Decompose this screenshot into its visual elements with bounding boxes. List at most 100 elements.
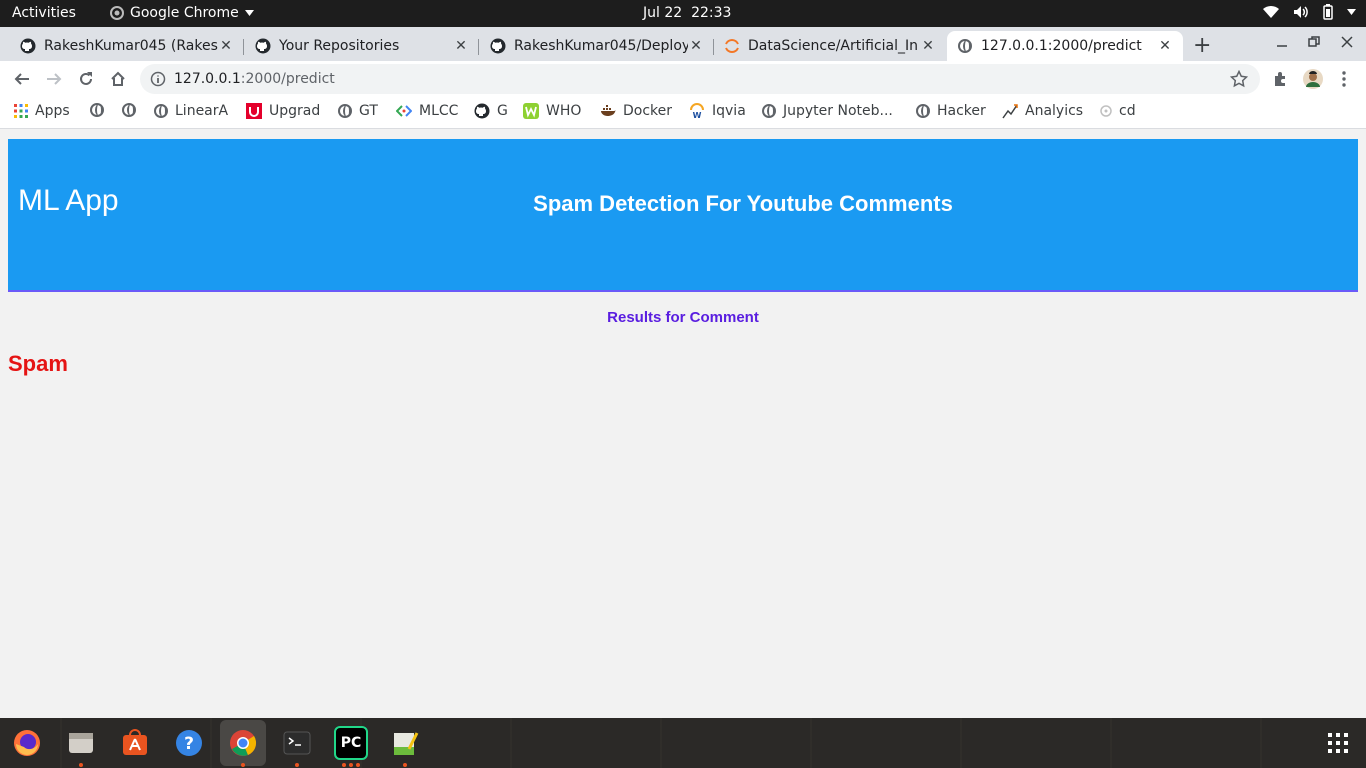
bookmark-iqvia[interactable]: W Iqvia xyxy=(689,103,746,119)
running-indicator xyxy=(79,763,83,767)
arrow-right-icon xyxy=(47,73,62,85)
bookmark-label: MLCC xyxy=(419,103,459,119)
app-menu[interactable]: Google Chrome xyxy=(110,5,254,21)
tab-title: RakeshKumar045/Deploy xyxy=(514,38,688,54)
bookmark-upgrad[interactable]: Upgrad xyxy=(246,103,320,119)
chrome-menu-icon[interactable] xyxy=(1334,69,1354,89)
software-center-icon[interactable] xyxy=(118,726,152,760)
power-menu-caret-icon xyxy=(1347,9,1356,15)
url-text[interactable]: 127.0.0.1:2000/predict xyxy=(174,71,335,87)
tab-separator xyxy=(243,39,244,55)
arrow-left-icon xyxy=(14,73,29,85)
bookmark-who[interactable]: WHO xyxy=(523,103,581,119)
who-icon xyxy=(523,103,539,119)
system-top-bar: Activities Google Chrome Jul 22 22:33 xyxy=(0,0,1366,27)
restore-window-button[interactable] xyxy=(1308,36,1320,52)
running-indicator xyxy=(356,763,360,767)
clock-date: Jul 22 xyxy=(643,5,683,21)
files-icon[interactable] xyxy=(64,726,98,760)
tab-close-icon[interactable]: ✕ xyxy=(920,38,936,54)
tab-close-icon[interactable]: ✕ xyxy=(688,38,704,54)
bookmark-cd[interactable]: cd xyxy=(1100,103,1136,119)
bookmark-label: Jupyter Noteb... xyxy=(783,103,893,119)
tab-predict-active[interactable]: 127.0.0.1:2000/predict ✕ xyxy=(947,31,1183,61)
dock: ? PC xyxy=(0,718,1366,768)
github-icon xyxy=(255,38,271,54)
github-icon xyxy=(474,103,490,119)
address-bar[interactable]: 127.0.0.1:2000/predict xyxy=(140,64,1260,94)
bookmark-apps[interactable]: Apps xyxy=(14,103,70,119)
running-indicator xyxy=(241,763,245,767)
forward-button[interactable] xyxy=(44,69,64,89)
bookmark-globe-2[interactable] xyxy=(122,103,136,117)
firefox-icon[interactable] xyxy=(10,726,44,760)
globe-icon xyxy=(154,104,168,118)
docker-icon xyxy=(601,105,616,116)
tab-github-profile[interactable]: RakeshKumar045 (Rakesh ✕ xyxy=(10,31,244,61)
tab-title: Your Repositories xyxy=(279,38,400,54)
analytics-icon xyxy=(1002,104,1018,119)
bookmark-label: G xyxy=(497,103,508,119)
extensions-icon[interactable] xyxy=(1270,69,1290,89)
cd-icon xyxy=(1100,105,1112,117)
help-icon[interactable]: ? xyxy=(172,726,206,760)
tab-title: DataScience/Artificial_In xyxy=(748,38,919,54)
bookmark-hacker[interactable]: Hacker xyxy=(916,103,986,119)
back-button[interactable] xyxy=(12,69,32,89)
running-indicator xyxy=(349,763,353,767)
bookmark-github[interactable]: G xyxy=(474,103,508,119)
web-page: ML App Spam Detection For Youtube Commen… xyxy=(0,130,1366,718)
tab-separator xyxy=(478,39,479,55)
bookmark-mlcc[interactable]: MLCC xyxy=(396,103,458,119)
tab-datascience-notebook[interactable]: DataScience/Artificial_In ✕ xyxy=(714,31,946,61)
clock[interactable]: Jul 22 22:33 xyxy=(643,5,731,21)
bookmark-lineara[interactable]: LinearA xyxy=(154,103,228,119)
tab-your-repositories[interactable]: Your Repositories ✕ xyxy=(245,31,479,61)
clock-time: 22:33 xyxy=(691,5,732,21)
globe-icon xyxy=(90,103,104,117)
home-button[interactable] xyxy=(108,69,128,89)
github-icon xyxy=(490,38,506,54)
bookmark-gt[interactable]: GT xyxy=(338,103,378,119)
tab-close-icon[interactable]: ✕ xyxy=(453,38,469,54)
url-path: :2000/predict xyxy=(240,71,335,87)
minimize-window-button[interactable] xyxy=(1276,36,1288,52)
bookmark-globe-1[interactable] xyxy=(90,103,104,117)
tab-title: 127.0.0.1:2000/predict xyxy=(981,38,1142,54)
running-indicator xyxy=(342,763,346,767)
site-info-icon[interactable] xyxy=(150,71,166,91)
running-indicator xyxy=(295,763,299,767)
bookmark-jupyter[interactable]: Jupyter Noteb... xyxy=(762,103,893,119)
globe-icon xyxy=(957,38,973,54)
tab-github-deploy[interactable]: RakeshKumar045/Deploy ✕ xyxy=(480,31,714,61)
system-tray[interactable] xyxy=(1263,4,1356,20)
globe-icon xyxy=(338,104,352,118)
jupyter-icon xyxy=(724,38,740,54)
pycharm-icon[interactable]: PC xyxy=(334,726,368,760)
activities-button[interactable]: Activities xyxy=(12,5,76,21)
bookmark-docker[interactable]: Docker xyxy=(600,103,672,119)
bookmark-label: LinearA xyxy=(175,103,229,119)
close-window-button[interactable] xyxy=(1341,36,1353,52)
running-indicator xyxy=(403,763,407,767)
profile-avatar[interactable] xyxy=(1303,69,1323,89)
reload-icon xyxy=(80,72,92,85)
text-editor-icon[interactable] xyxy=(388,726,422,760)
new-tab-button[interactable]: + xyxy=(1193,33,1211,58)
iqvia-icon: W xyxy=(690,103,704,119)
restore-icon xyxy=(1308,36,1320,47)
close-icon xyxy=(1341,36,1353,48)
show-applications-icon[interactable] xyxy=(1328,733,1348,753)
tab-close-icon[interactable]: ✕ xyxy=(218,38,234,54)
page-title: Spam Detection For Youtube Comments xyxy=(533,191,953,216)
upgrad-icon xyxy=(246,103,262,119)
bookmark-star-icon[interactable] xyxy=(1229,69,1249,92)
terminal-icon[interactable] xyxy=(280,726,314,760)
tab-strip: RakeshKumar045 (Rakesh ✕ Your Repositori… xyxy=(0,27,1366,61)
bookmark-label: Upgrad xyxy=(269,103,321,119)
reload-button[interactable] xyxy=(76,69,96,89)
bookmark-analyics[interactable]: Analyics xyxy=(1002,103,1083,119)
wifi-icon xyxy=(1263,5,1279,19)
tab-close-icon[interactable]: ✕ xyxy=(1157,38,1173,54)
chrome-dock-icon[interactable] xyxy=(220,720,266,766)
